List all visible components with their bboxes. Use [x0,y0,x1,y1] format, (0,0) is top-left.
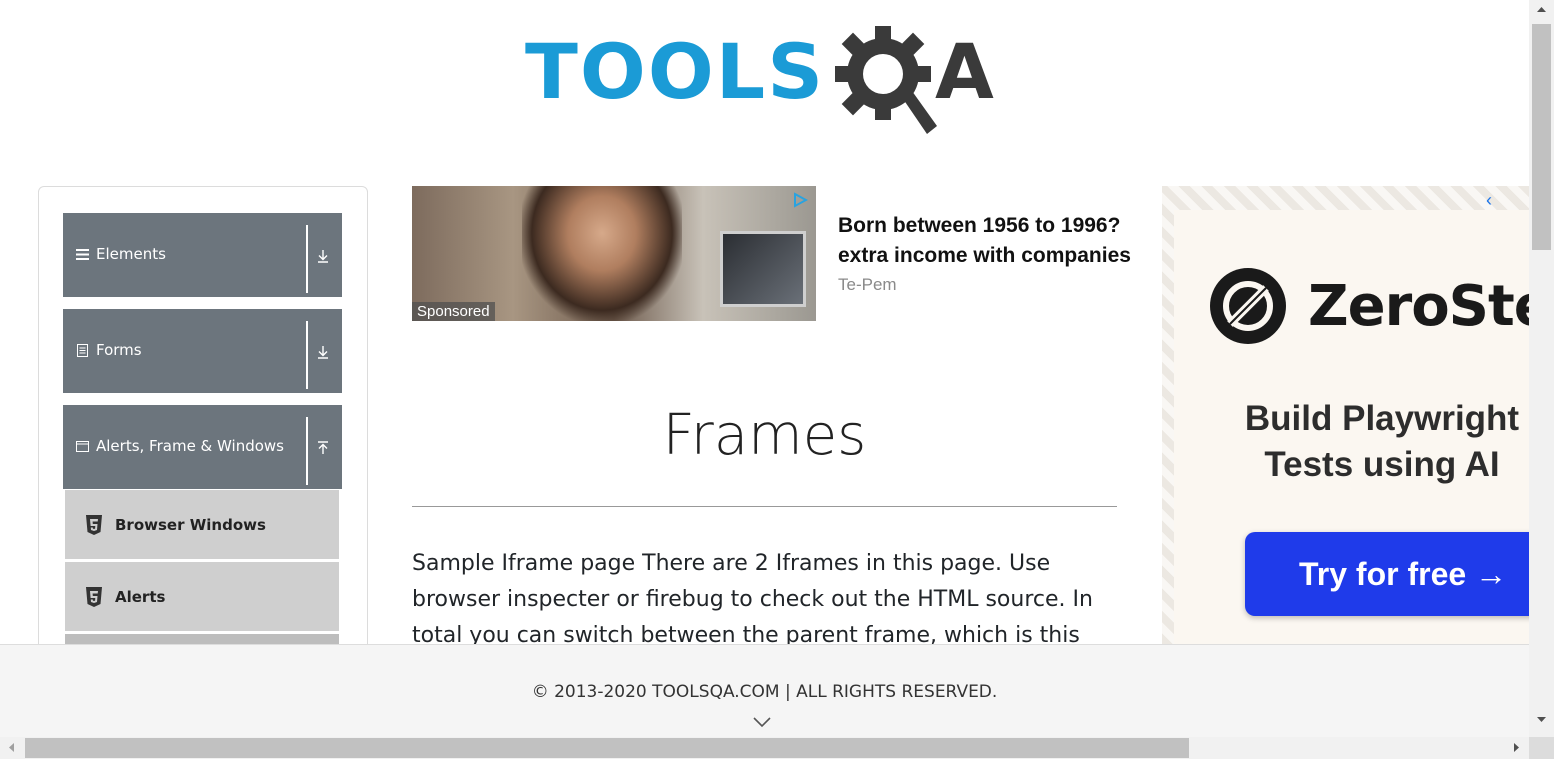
divider [306,417,308,485]
zerostep-logo-icon [1210,268,1286,344]
ad-tagline-line1: Build Playwright [1244,399,1520,438]
logo-text-tools: TOOLS [525,27,826,116]
ad-tagline-line2: Tests using AI [1264,445,1500,484]
html5-icon [86,587,102,607]
title-divider [412,506,1117,507]
expand-down-icon[interactable] [313,246,333,266]
ad-headline[interactable]: Born between 1956 to 1996? extra income … [838,211,1168,273]
ad-photo-person [522,186,682,321]
left-nav-panel: Elements Forms Alerts, Frame & Windows B… [38,186,368,708]
logo-text-qa: A [935,27,994,116]
html5-icon [86,515,102,535]
group-label: Forms [96,341,142,359]
vertical-scrollbar[interactable] [1529,0,1554,737]
footer: © 2013-2020 TOOLSQA.COM | ALL RIGHTS RES… [0,644,1529,737]
group-elements[interactable]: Elements [63,213,342,297]
sidebar-item-alerts[interactable]: Alerts [64,561,340,632]
hamburger-icon [76,249,89,260]
group-forms[interactable]: Forms [63,309,342,393]
group-label: Elements [96,245,166,263]
page-viewport: TOOLS A Elements Forms Alerts, Frame & W… [0,0,1529,737]
scroll-up-arrow-icon[interactable] [1536,4,1547,15]
group-alerts-frame-windows[interactable]: Alerts, Frame & Windows [63,405,342,489]
vertical-scroll-thumb[interactable] [1532,24,1551,250]
footer-copyright: © 2013-2020 TOOLSQA.COM | ALL RIGHTS RES… [531,682,998,702]
scroll-right-arrow-icon[interactable] [1511,742,1522,753]
ad-brand-name: ZeroStep [1308,274,1529,339]
horizontal-scroll-thumb[interactable] [25,738,1189,758]
toolsqa-logo[interactable]: TOOLS A [525,22,1015,137]
scroll-left-arrow-icon[interactable] [6,742,17,753]
ad-tagline: Build Playwright Tests using AI [1162,396,1529,488]
page-title: Frames [662,403,867,468]
document-icon [77,344,88,357]
try-for-free-button[interactable]: Try for free → [1245,532,1529,616]
sponsored-label: Sponsored [412,302,495,321]
gear-magnifier-icon [835,26,937,134]
sponsored-ad-image[interactable]: Sponsored [412,186,816,321]
chevron-down-icon[interactable] [752,715,772,729]
collapse-up-icon[interactable] [313,438,333,458]
scroll-down-arrow-icon[interactable] [1536,714,1547,725]
ad-source[interactable]: Te-Pem [838,275,897,295]
ad-photo-screen [720,231,806,307]
horizontal-scrollbar[interactable] [0,737,1529,759]
group-label: Alerts, Frame & Windows [96,437,284,455]
divider [306,321,308,389]
sidebar-item-label: Browser Windows [115,516,266,534]
window-icon [76,441,89,452]
divider [306,225,308,293]
expand-down-icon[interactable] [313,342,333,362]
sidebar-item-browser-windows[interactable]: Browser Windows [64,489,340,560]
right-ad-banner[interactable]: ‹ ZeroStep Build Playwright Tests using … [1162,186,1529,656]
sidebar-item-label: Alerts [115,588,166,606]
scrollbar-corner [1529,737,1554,759]
adchoices-icon[interactable] [792,192,808,208]
chevron-left-icon[interactable]: ‹ [1486,190,1492,211]
